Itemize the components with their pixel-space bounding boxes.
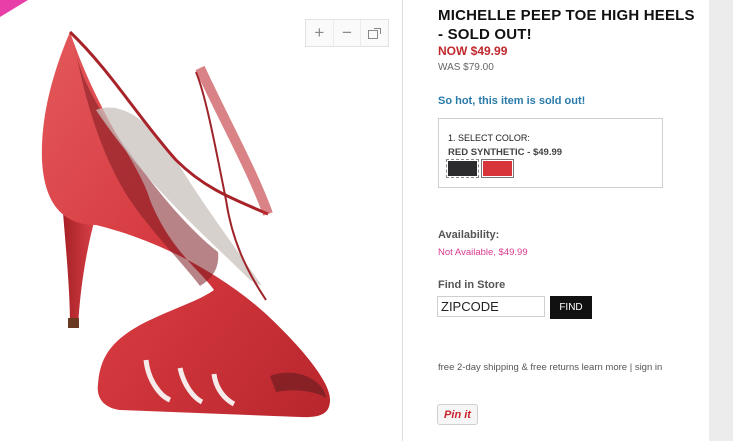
color-selector: 1. SELECT COLOR: RED SYNTHETIC - $49.99 (438, 118, 663, 188)
product-image[interactable] (0, 0, 402, 441)
availability-label: Availability: (438, 229, 500, 241)
corner-ribbon (0, 0, 28, 17)
shoe-illustration (41, 30, 330, 418)
expand-button[interactable] (361, 20, 388, 46)
column-divider (402, 0, 403, 441)
learn-more-link[interactable]: learn more (582, 362, 627, 373)
shipping-separator: | (629, 362, 633, 373)
shipping-text: free 2-day shipping & free returns (438, 362, 579, 373)
find-in-store-label: Find in Store (438, 279, 506, 291)
zipcode-input[interactable] (437, 296, 545, 317)
sold-out-message: So hot, this item is sold out! (438, 95, 586, 107)
image-zoom-controls: + − (305, 19, 389, 47)
product-title: MICHELLE PEEP TOE HIGH HEELS - SOLD OUT! (438, 7, 695, 43)
expand-icon (368, 27, 382, 39)
find-button[interactable]: FIND (550, 296, 592, 319)
color-step-label: 1. SELECT COLOR: (448, 133, 530, 143)
pinit-button[interactable]: Pin it (437, 404, 478, 425)
current-price: NOW $49.99 (438, 44, 508, 58)
zoom-out-button[interactable]: − (334, 20, 362, 46)
color-swatch-red[interactable] (481, 159, 514, 178)
color-swatch-black[interactable] (446, 159, 479, 178)
shipping-info: free 2-day shipping & free returns learn… (438, 362, 662, 373)
original-price: WAS $79.00 (438, 62, 494, 73)
page-scroll-gutter (709, 0, 733, 441)
availability-value: Not Available, $49.99 (438, 247, 528, 258)
zoom-in-button[interactable]: + (306, 20, 334, 46)
sign-in-link[interactable]: sign in (635, 362, 662, 373)
selected-color-label: RED SYNTHETIC - $49.99 (448, 147, 563, 158)
